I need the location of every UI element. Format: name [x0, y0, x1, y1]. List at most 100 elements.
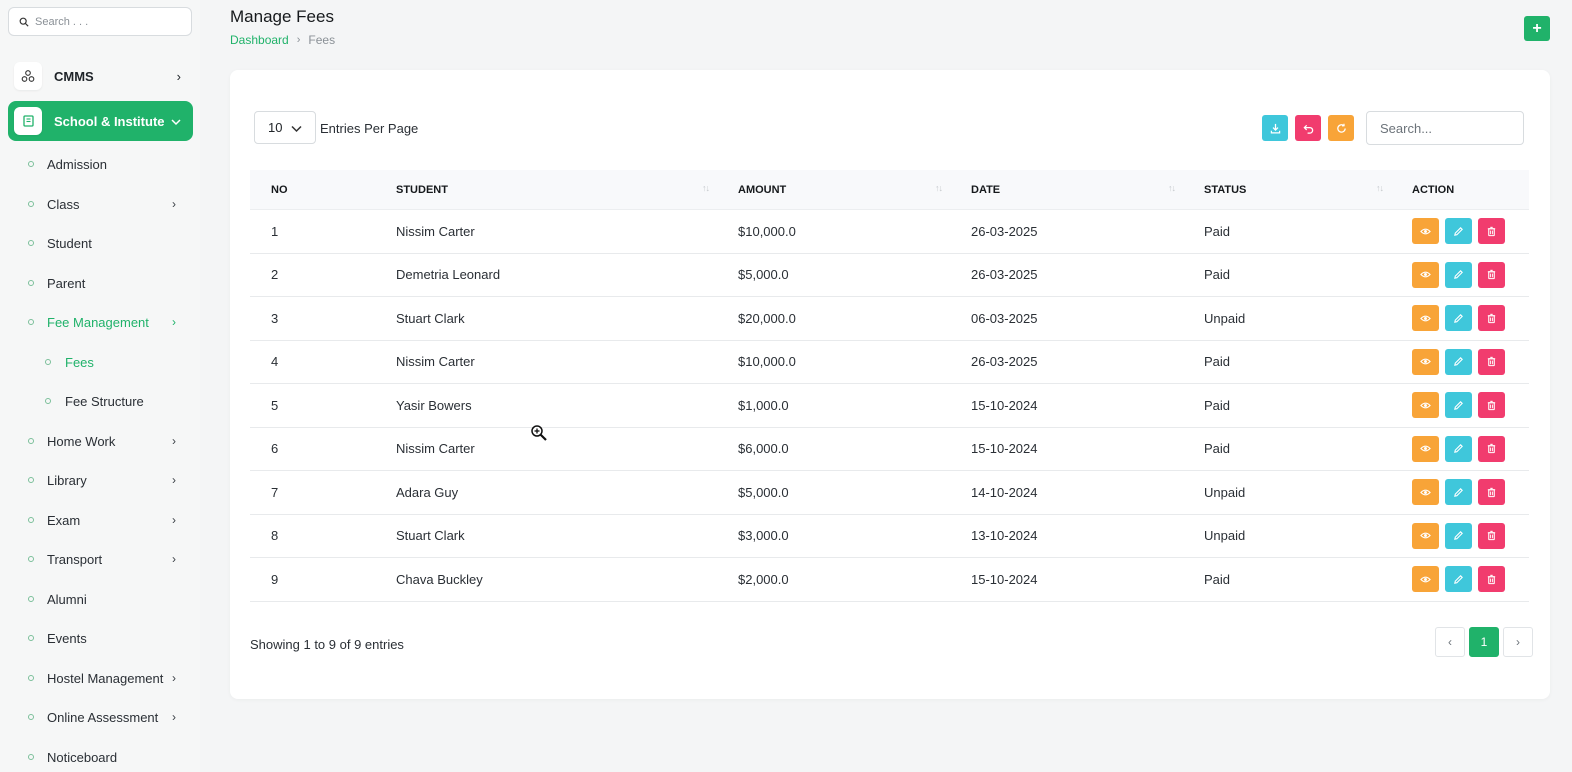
- book-icon: [14, 107, 42, 135]
- entries-value: 10: [268, 120, 283, 135]
- bullet-icon: [28, 714, 34, 720]
- trash-icon: [1486, 356, 1497, 367]
- delete-button[interactable]: [1478, 392, 1505, 419]
- view-button[interactable]: [1412, 522, 1439, 549]
- table-search-input[interactable]: [1366, 111, 1524, 145]
- fees-table: NO STUDENT ↑↓ AMOUNT ↑↓ DATE ↑↓ STATUS ↑↓ AC…: [250, 170, 1529, 602]
- view-button[interactable]: [1412, 305, 1439, 332]
- delete-button[interactable]: [1478, 305, 1505, 332]
- column-header-date[interactable]: DATE ↑↓: [950, 170, 1183, 210]
- chevron-right-icon: ›: [172, 473, 176, 487]
- view-button[interactable]: [1412, 261, 1439, 288]
- cell-actions: [1391, 514, 1529, 557]
- view-button[interactable]: [1412, 218, 1439, 245]
- sidebar-item-class[interactable]: Class ›: [0, 194, 200, 214]
- cell-actions: [1391, 253, 1529, 296]
- delete-button[interactable]: [1478, 435, 1505, 462]
- module-school-institute[interactable]: School & Institute: [8, 101, 193, 141]
- cell-date: 26-03-2025: [971, 267, 1038, 283]
- sidebar-item-noticeboard[interactable]: Noticeboard: [0, 747, 200, 767]
- module-label: CMMS: [54, 68, 94, 84]
- table-row: 3 Stuart Clark $20,000.0 06-03-2025 Unpaid: [250, 297, 1529, 341]
- nodes-icon: [14, 62, 42, 90]
- column-header-student[interactable]: STUDENT ↑↓: [375, 170, 717, 210]
- delete-button[interactable]: [1478, 218, 1505, 245]
- pagination-page-button[interactable]: 1: [1469, 627, 1499, 657]
- edit-button[interactable]: [1445, 522, 1472, 549]
- sidebar-item-student[interactable]: Student: [0, 233, 200, 253]
- sidebar-item-online-assessment[interactable]: Online Assessment ›: [0, 707, 200, 727]
- sidebar-item-fee-management[interactable]: Fee Management ›: [0, 312, 200, 332]
- pencil-icon: [1453, 226, 1464, 237]
- sort-icon: ↑↓: [1376, 182, 1384, 193]
- sidebar-item-home-work[interactable]: Home Work ›: [0, 431, 200, 451]
- download-icon: [1270, 123, 1280, 133]
- cell-student: Stuart Clark: [396, 528, 465, 544]
- table-row: 1 Nissim Carter $10,000.0 26-03-2025 Paid: [250, 210, 1529, 254]
- cell-no: 5: [271, 397, 279, 413]
- view-button[interactable]: [1412, 348, 1439, 375]
- sidebar-item-label: Hostel Management: [47, 670, 164, 686]
- pencil-icon: [1453, 443, 1464, 454]
- chevron-right-icon: ›: [172, 197, 176, 211]
- undo-button[interactable]: [1295, 115, 1321, 141]
- sidebar-item-transport[interactable]: Transport ›: [0, 549, 200, 569]
- fees-card: 10 Entries Per Page NO STUDENT ↑↓ AMOUNT ↑…: [230, 70, 1550, 699]
- breadcrumb-dashboard-link[interactable]: Dashboard: [230, 33, 289, 47]
- view-button[interactable]: [1412, 479, 1439, 506]
- delete-button[interactable]: [1478, 566, 1505, 593]
- view-button[interactable]: [1412, 435, 1439, 462]
- edit-button[interactable]: [1445, 479, 1472, 506]
- sidebar-item-label: Home Work: [47, 433, 116, 449]
- cell-amount: $20,000.0: [738, 310, 796, 326]
- column-header-no[interactable]: NO: [250, 170, 375, 210]
- column-header-status[interactable]: STATUS ↑↓: [1183, 170, 1391, 210]
- sidebar-item-fee-structure[interactable]: Fee Structure: [0, 391, 200, 411]
- sidebar-item-label: Student: [47, 235, 92, 251]
- sidebar-item-fees[interactable]: Fees: [0, 352, 200, 372]
- sidebar-item-exam[interactable]: Exam ›: [0, 510, 200, 530]
- sidebar-item-admission[interactable]: Admission: [0, 154, 200, 174]
- cell-actions: [1391, 471, 1529, 514]
- chevron-right-icon: ›: [172, 315, 176, 329]
- column-header-action: ACTION: [1391, 170, 1529, 210]
- sidebar-item-parent[interactable]: Parent: [0, 273, 200, 293]
- sidebar-search[interactable]: Search . . .: [8, 7, 192, 36]
- delete-button[interactable]: [1478, 261, 1505, 288]
- cell-amount: $5,000.0: [738, 267, 789, 283]
- cell-date: 26-03-2025: [971, 223, 1038, 239]
- edit-button[interactable]: [1445, 566, 1472, 593]
- chevron-right-icon: ›: [172, 434, 176, 448]
- edit-button[interactable]: [1445, 392, 1472, 419]
- delete-button[interactable]: [1478, 479, 1505, 506]
- edit-button[interactable]: [1445, 435, 1472, 462]
- edit-button[interactable]: [1445, 305, 1472, 332]
- pagination-next-button[interactable]: ›: [1503, 627, 1533, 657]
- sidebar-item-label: Fee Management: [47, 314, 149, 330]
- sidebar-item-library[interactable]: Library ›: [0, 470, 200, 490]
- add-fee-button[interactable]: +: [1524, 16, 1550, 41]
- edit-button[interactable]: [1445, 348, 1472, 375]
- view-button[interactable]: [1412, 566, 1439, 593]
- table-row: 2 Demetria Leonard $5,000.0 26-03-2025 Paid: [250, 253, 1529, 297]
- table-body: 1 Nissim Carter $10,000.0 26-03-2025 Paid 2 De…: [250, 210, 1529, 602]
- sidebar-item-hostel-management[interactable]: Hostel Management ›: [0, 668, 200, 688]
- entries-per-page-select[interactable]: 10: [254, 111, 316, 144]
- download-button[interactable]: [1262, 115, 1288, 141]
- sidebar-item-alumni[interactable]: Alumni: [0, 589, 200, 609]
- edit-button[interactable]: [1445, 218, 1472, 245]
- delete-button[interactable]: [1478, 348, 1505, 375]
- pagination-prev-button[interactable]: ‹: [1435, 627, 1465, 657]
- view-button[interactable]: [1412, 392, 1439, 419]
- edit-button[interactable]: [1445, 261, 1472, 288]
- delete-button[interactable]: [1478, 522, 1505, 549]
- chevron-right-icon: ›: [176, 68, 181, 84]
- module-cmms[interactable]: CMMS ›: [8, 56, 193, 96]
- cell-student: Nissim Carter: [396, 354, 475, 370]
- column-label: NO: [271, 183, 288, 196]
- refresh-button[interactable]: [1328, 115, 1354, 141]
- column-header-amount[interactable]: AMOUNT ↑↓: [717, 170, 950, 210]
- sidebar-item-label: Online Assessment: [47, 709, 159, 725]
- sidebar-item-events[interactable]: Events: [0, 628, 200, 648]
- cell-status: Paid: [1204, 441, 1231, 457]
